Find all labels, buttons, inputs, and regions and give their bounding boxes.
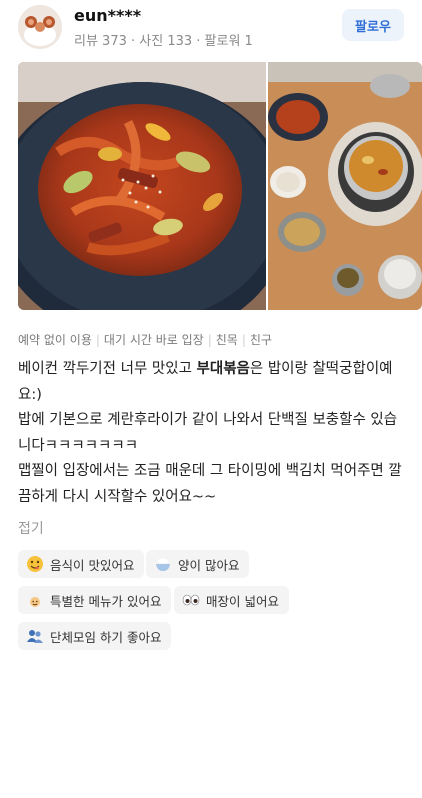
username[interactable]: eun****	[74, 6, 141, 25]
photo-side-table[interactable]	[268, 62, 422, 310]
tag-item: 대기 시간 바로 입장	[103, 333, 204, 347]
visit-tags: 예약 없이 이용 | 대기 시간 바로 입장 | 친목 | 친구	[18, 331, 272, 348]
tag-separator: |	[95, 333, 100, 347]
keyword-chip-label: 특별한 메뉴가 있어요	[50, 593, 162, 609]
yum-face-icon	[26, 555, 44, 573]
keyword-chip-portion[interactable]: 양이 많아요	[146, 550, 250, 578]
keyword-chip-group-gathering[interactable]: 단체모임 하기 좋아요	[18, 622, 172, 650]
user-stats: 리뷰 373 · 사진 133 · 팔로워 1	[74, 34, 253, 49]
tag-separator: |	[207, 333, 212, 347]
chef-icon	[26, 591, 44, 609]
photo-gallery	[18, 62, 422, 310]
rice-bowl-icon	[154, 555, 172, 573]
keyword-chip-label: 음식이 맛있어요	[50, 557, 135, 573]
review-line: 베이컨 깍두기전 너무 맛있고 부대볶음은 밥이랑 찰떡궁합이예요:)	[18, 357, 410, 408]
tag-item: 친목	[215, 333, 238, 347]
keyword-chip-spacious[interactable]: 매장이 넓어요	[174, 586, 289, 614]
keyword-chip-label: 매장이 넓어요	[206, 593, 279, 609]
group-icon	[26, 627, 44, 645]
photo-main-stir-fry[interactable]	[18, 62, 266, 310]
review-line: 맵찔이 입장에서는 조금 매운데 그 타이밍에 백김치 먹어주면 깔끔하게 다시…	[18, 463, 402, 505]
tag-item: 예약 없이 이용	[18, 333, 92, 347]
review-text: 베이컨 깍두기전 너무 맛있고 부대볶음은 밥이랑 찰떡궁합이예요:) 밥에 기…	[18, 357, 410, 510]
eyes-icon	[182, 591, 200, 609]
avatar[interactable]	[18, 5, 62, 49]
keyword-chip-special-menu[interactable]: 특별한 메뉴가 있어요	[18, 586, 172, 614]
keyword-chip-tasty[interactable]: 음식이 맛있어요	[18, 550, 145, 578]
tag-item: 친구	[249, 333, 272, 347]
review-line: 밥에 기본으로 계란후라이가 같이 나와서 단백질 보충할수 있습니다ㅋㅋㅋㅋㅋ…	[18, 412, 398, 454]
review-highlight: 부대볶음	[196, 361, 250, 377]
review-header: eun**** 리뷰 373 · 사진 133 · 팔로워 1 팔로우	[0, 0, 422, 58]
fold-button[interactable]: 접기	[18, 518, 44, 538]
review-text-segment: 베이컨 깍두기전 너무 맛있고	[18, 361, 197, 377]
keyword-chip-label: 단체모임 하기 좋아요	[50, 629, 162, 645]
keyword-chip-label: 양이 많아요	[178, 557, 240, 573]
follow-button[interactable]: 팔로우	[342, 9, 404, 41]
tag-separator: |	[241, 333, 246, 347]
